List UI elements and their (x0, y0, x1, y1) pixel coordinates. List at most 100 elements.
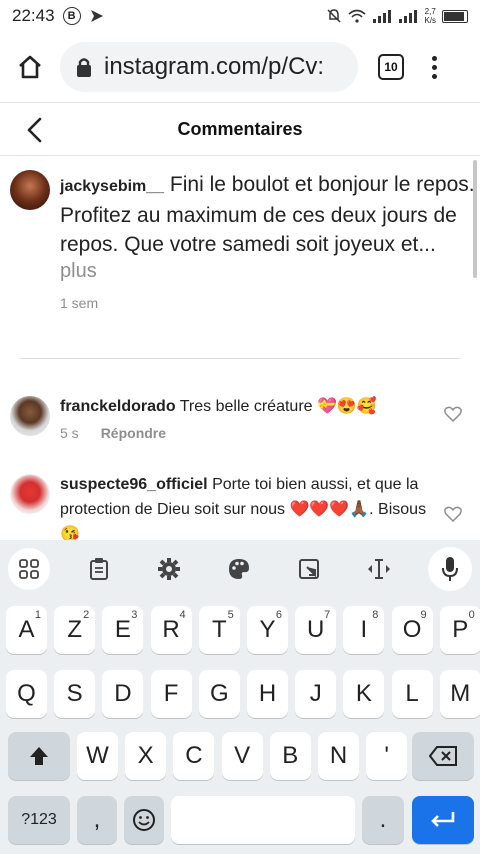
key-n[interactable]: N (318, 732, 359, 780)
scrollbar[interactable] (473, 160, 477, 278)
signal-icon-2 (399, 10, 418, 23)
key-q[interactable]: Q (6, 670, 47, 718)
key-label: P (452, 616, 469, 643)
like-heart-icon[interactable] (444, 506, 462, 522)
divider (20, 358, 460, 359)
key-label: G (209, 680, 229, 707)
key-p[interactable]: P0 (439, 606, 480, 654)
comment-item: franckeldorado Tres belle créature 💝😍🥰 5… (10, 394, 470, 441)
symbols-key[interactable]: ?123 (8, 796, 70, 844)
key-e[interactable]: E3 (102, 606, 144, 654)
wifi-icon (348, 9, 366, 23)
key-label: Y (259, 616, 276, 643)
key-j[interactable]: J (295, 670, 337, 718)
more-menu-icon[interactable] (430, 55, 438, 79)
network-speed: 2,7 K/s (424, 7, 436, 25)
key-label: M (450, 680, 471, 707)
comment-meta: 5 s Répondre (60, 425, 470, 441)
microphone-icon[interactable] (428, 547, 472, 591)
key-b[interactable]: B (269, 732, 311, 780)
key-c[interactable]: C (173, 732, 215, 780)
avatar[interactable] (10, 396, 50, 436)
status-time: 22:43 (12, 6, 55, 25)
key-hint: 6 (275, 609, 282, 621)
key-label: I (360, 616, 368, 643)
notifications-off-icon (327, 9, 341, 23)
key-hint: 8 (372, 609, 379, 621)
key-hint: 7 (324, 609, 331, 621)
key-l[interactable]: L (391, 670, 433, 718)
on-screen-keyboard: A1Z2E3R4T5Y6U7I8O9P0 QSDFGHJKLM W X C V B N ' … (0, 540, 480, 854)
key-hint: 2 (83, 609, 90, 621)
key-hint: 1 (34, 609, 41, 621)
comments-header: Commentaires (0, 102, 480, 156)
emoji-key[interactable] (124, 796, 164, 844)
key-hint: 3 (131, 609, 138, 621)
key-label: O (402, 616, 422, 643)
key-f[interactable]: F (150, 670, 192, 718)
key-x[interactable]: X (125, 732, 167, 780)
key-h[interactable]: H (247, 670, 288, 718)
reply-button[interactable]: Répondre (101, 425, 166, 441)
key-label: F (163, 680, 179, 707)
space-key[interactable] (171, 796, 355, 844)
url-bar[interactable]: instagram.com/p/Cv: (60, 42, 358, 92)
key-d[interactable]: D (102, 670, 144, 718)
key-a[interactable]: A1 (6, 606, 47, 654)
key-i[interactable]: I8 (343, 606, 385, 654)
key-z[interactable]: Z2 (54, 606, 96, 654)
key-label: V (234, 742, 251, 769)
key-label: H (258, 680, 277, 707)
page-title: Commentaires (177, 118, 303, 139)
key-t[interactable]: T5 (198, 606, 240, 654)
key-s[interactable]: S (54, 670, 96, 718)
key-m[interactable]: M (439, 670, 480, 718)
comma-key[interactable]: , (77, 796, 117, 844)
shift-key[interactable] (8, 732, 70, 780)
avatar[interactable] (10, 474, 50, 514)
backspace-key[interactable] (412, 732, 474, 780)
key-y[interactable]: Y6 (247, 606, 288, 654)
tab-switcher-button[interactable]: 10 (378, 54, 404, 80)
caption-username[interactable]: jackysebim__ (60, 178, 164, 195)
clipboard-icon[interactable] (78, 548, 120, 590)
comment-username[interactable]: suspecte96_officiel (60, 476, 208, 493)
resize-icon[interactable] (288, 548, 330, 590)
comment-username[interactable]: franckeldorado (60, 398, 176, 415)
palette-icon[interactable] (218, 548, 260, 590)
url-text: instagram.com/p/Cv: (104, 53, 325, 80)
key-r[interactable]: R4 (150, 606, 192, 654)
comment-item: suspecte96_officiel Porte toi bien aussi… (10, 472, 470, 547)
key-label: R (162, 616, 180, 643)
key-o[interactable]: O9 (391, 606, 433, 654)
key-label: E (114, 616, 131, 643)
key-k[interactable]: K (343, 670, 385, 718)
key-label: W (86, 742, 109, 769)
enter-key[interactable] (412, 796, 474, 844)
key-hint: 4 (179, 609, 186, 621)
key-g[interactable]: G (198, 670, 240, 718)
back-arrow-icon[interactable] (22, 115, 50, 145)
key-label: L (405, 680, 419, 707)
caption-text: jackysebim__ Fini le boulot et bonjour l… (60, 170, 475, 259)
apps-grid-icon[interactable] (8, 548, 50, 590)
network-speed-unit: K/s (424, 16, 436, 25)
settings-gear-icon[interactable] (148, 548, 190, 590)
avatar[interactable] (10, 170, 50, 210)
key-apostrophe[interactable]: ' (366, 732, 408, 780)
key-u[interactable]: U7 (295, 606, 337, 654)
send-arrow-icon (90, 10, 103, 22)
key-label: B (282, 742, 299, 769)
more-link[interactable]: plus (60, 260, 475, 283)
home-icon[interactable] (12, 49, 48, 85)
key-w[interactable]: W (77, 732, 118, 780)
text-cursor-icon[interactable] (358, 548, 400, 590)
tab-count: 10 (384, 60, 398, 74)
key-label: Z (67, 616, 83, 643)
period-key[interactable]: . (362, 796, 404, 844)
key-label: A (18, 616, 35, 643)
comment-time: 5 s (60, 425, 79, 441)
key-v[interactable]: V (221, 732, 263, 780)
like-heart-icon[interactable] (444, 406, 462, 422)
signal-icon (373, 10, 392, 23)
